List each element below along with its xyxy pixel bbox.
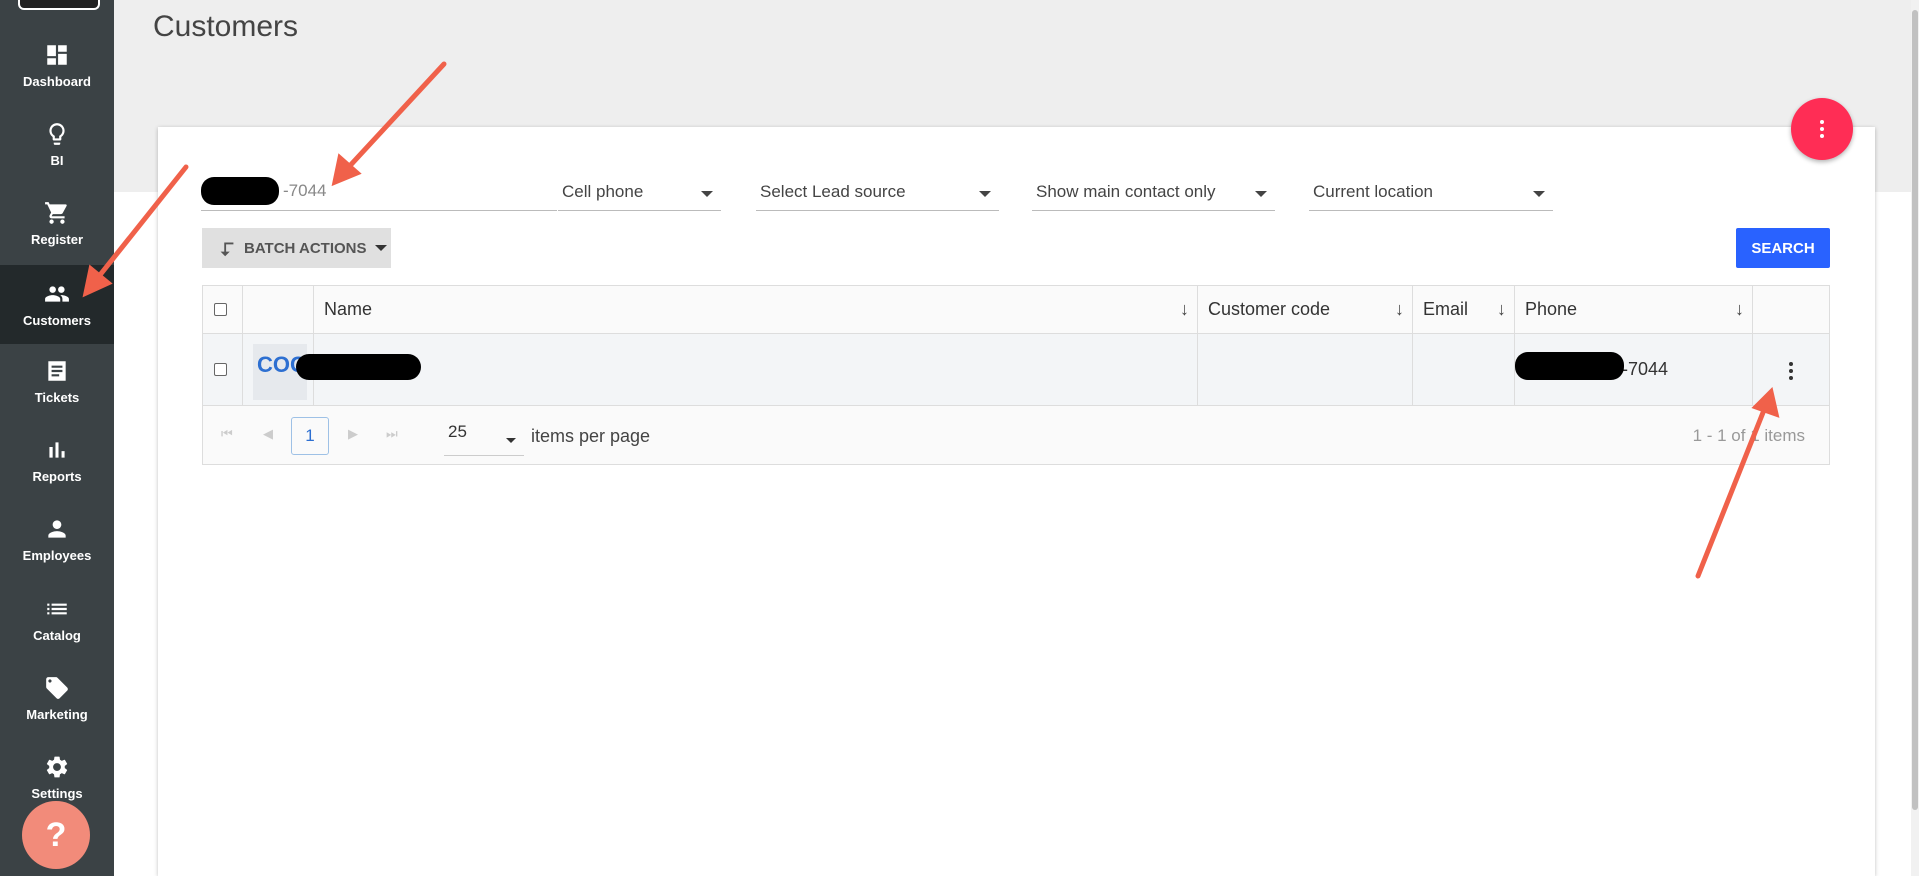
cart-icon [45,202,67,224]
prev-page-icon[interactable]: ◀ [263,426,273,442]
phone-type-value: Cell phone [562,181,644,201]
sidebar: Dashboard BI Register Customers Tickets … [0,0,114,876]
sidebar-item-label: Marketing [26,707,88,722]
column-header-phone[interactable]: Phone ↓ [1515,286,1753,333]
chevron-down-icon [1255,191,1267,197]
chevron-down-icon [701,191,713,197]
redacted-text [201,177,279,205]
contact-filter-select[interactable]: Show main contact only [1032,173,1275,211]
column-header-customer-code[interactable]: Customer code ↓ [1198,286,1413,333]
receipt-icon [48,361,66,381]
select-all-checkbox[interactable] [214,303,227,316]
column-header-label: Phone [1525,299,1578,319]
tag-icon [46,677,68,699]
bar-chart-icon [49,442,65,458]
batch-actions-label: BATCH ACTIONS [244,239,367,257]
vertical-scrollbar[interactable] [1911,0,1919,876]
column-header-email[interactable]: Email ↓ [1413,286,1515,333]
sidebar-item-marketing[interactable]: Marketing [0,659,114,738]
gear-icon [46,756,68,778]
location-select[interactable]: Current location [1309,173,1553,211]
search-field[interactable] [201,173,557,211]
page-size-value: 25 [448,422,467,441]
row-select-cell [203,334,243,405]
sidebar-item-label: Reports [32,469,82,484]
sidebar-item-register[interactable]: Register [0,184,114,263]
list-icon [47,603,67,615]
people-icon [45,286,69,302]
sidebar-item-label: Tickets [34,390,80,405]
page-title: Customers [153,10,299,43]
sidebar-item-dashboard[interactable]: Dashboard [0,26,114,105]
page-number-button[interactable]: 1 [291,417,329,455]
scrollbar-thumb[interactable] [1912,10,1918,810]
pagination-bar: ⏮ ◀ 1 ▶ ⏭ 25 items per page 1 - 1 of 1 i… [203,406,1829,464]
pagination-info: 1 - 1 of 1 items [1692,426,1805,445]
next-page-icon[interactable]: ▶ [348,426,358,442]
column-header-label: Name [324,299,373,319]
sort-arrow-icon[interactable]: ↓ [1497,299,1506,320]
help-label: ? [45,815,67,854]
row-checkbox[interactable] [214,363,227,376]
lightbulb-icon [49,123,65,145]
redacted-text [1515,352,1624,380]
customer-code-cell [1198,334,1413,405]
phone-value: -7044 [1622,359,1669,379]
contact-filter-value: Show main contact only [1036,181,1216,201]
chevron-down-icon [1533,191,1545,197]
sidebar-item-reports[interactable]: Reports [0,421,114,500]
page-size-label: items per page [531,426,651,446]
sidebar-item-label: Settings [31,786,83,801]
table-row[interactable]: COC -7044 [203,334,1829,406]
lead-source-select[interactable]: Select Lead source [756,173,999,211]
logo[interactable] [18,0,100,10]
chevron-down-icon [374,245,387,251]
last-page-icon[interactable]: ⏭ [386,426,398,442]
sidebar-item-label: Catalog [33,628,81,643]
page-size-select[interactable]: 25 [444,416,524,456]
column-header-label: Email [1423,299,1469,319]
customers-table: Name ↓ Customer code ↓ Email ↓ Phone ↓ C… [202,285,1830,465]
sort-arrow-icon[interactable]: ↓ [1735,299,1744,320]
first-page-icon[interactable]: ⏮ [221,426,233,442]
help-button[interactable]: ? [22,801,90,869]
column-header-label: Customer code [1208,299,1331,319]
sort-arrow-icon[interactable]: ↓ [1395,299,1404,320]
search-button[interactable]: SEARCH [1736,228,1830,268]
email-cell [1413,334,1515,405]
sidebar-item-label: Dashboard [23,74,91,89]
sort-arrow-icon[interactable]: ↓ [1180,299,1189,320]
sidebar-item-label: Customers [23,313,91,328]
select-all-cell [203,286,243,333]
subdirectory-arrow-icon [220,242,234,257]
avatar-column-header [243,286,314,333]
sidebar-item-label: Employees [22,548,92,563]
sidebar-item-customers[interactable]: Customers [0,265,114,344]
sidebar-item-tickets[interactable]: Tickets [0,342,114,421]
more-vert-icon [1820,120,1824,138]
sidebar-item-employees[interactable]: Employees [0,500,114,579]
more-vert-icon [1789,362,1793,380]
chevron-down-icon [979,191,991,197]
name-cell [314,334,1198,405]
table-header: Name ↓ Customer code ↓ Email ↓ Phone ↓ [203,286,1829,334]
search-button-label: SEARCH [1751,239,1815,257]
more-actions-fab[interactable] [1791,98,1853,160]
chevron-down-icon [506,438,516,443]
batch-actions-button[interactable]: BATCH ACTIONS [202,228,391,268]
sidebar-item-catalog[interactable]: Catalog [0,580,114,659]
sidebar-item-bi[interactable]: BI [0,105,114,184]
dashboard-icon [47,45,67,65]
sidebar-item-label: Register [30,232,84,247]
column-header-name[interactable]: Name ↓ [314,286,1198,333]
lead-source-value: Select Lead source [760,181,906,201]
row-actions-menu-button[interactable] [1776,356,1806,386]
sidebar-item-label: BI [50,153,64,168]
customers-card [158,127,1875,876]
phone-type-select[interactable]: Cell phone [558,173,721,211]
person-icon [48,520,66,538]
location-value: Current location [1313,181,1434,201]
